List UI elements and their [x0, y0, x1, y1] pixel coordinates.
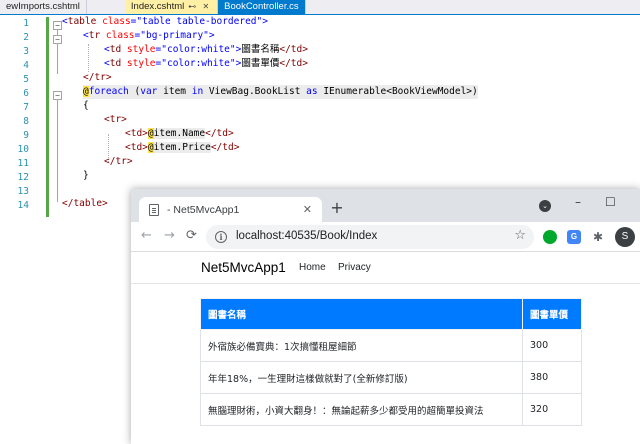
line-number-gutter: 1 2 3 4 5 6 7 8 9 10 11 12 13 14	[0, 15, 34, 444]
code-line-14[interactable]: </table>	[62, 197, 108, 211]
info-icon[interactable]: i	[215, 231, 227, 243]
code-line-5[interactable]: </tr>	[83, 71, 112, 85]
editor-tab-bar: ewImports.cshtml Index.cshtml ⊷ ✕ BookCon…	[0, 0, 640, 14]
forward-button[interactable]: →	[164, 228, 175, 243]
tab-pin-close-icons[interactable]: ⊷ ✕	[188, 0, 211, 14]
tab-label: ewImports.cshtml	[6, 1, 80, 12]
table-row: 無腦理財術，小資大翻身！：無論起薪多少都受用的超簡單投資法 320	[200, 393, 582, 426]
browser-tab-title: - Net5MvcApp1	[167, 203, 240, 216]
nav-privacy-link[interactable]: Privacy	[338, 262, 371, 273]
indent-guide	[88, 44, 89, 72]
code-line-10[interactable]: <td>@item.Price</td>	[125, 141, 239, 155]
line-number: 4	[23, 60, 29, 71]
line-number: 13	[17, 186, 29, 197]
close-tab-icon[interactable]: ✕	[303, 203, 312, 216]
code-line-12[interactable]: }	[83, 169, 89, 183]
line-number: 7	[23, 102, 29, 113]
fold-guide	[57, 30, 58, 35]
site-brand[interactable]: Net5MvcApp1	[201, 260, 286, 275]
line-number: 12	[17, 172, 29, 183]
header-book-name: 圖書名稱	[200, 298, 523, 330]
fold-guide	[57, 44, 58, 74]
tab-label: BookController.cs	[224, 1, 299, 12]
site-navbar: Net5MvcApp1 Home Privacy	[131, 253, 640, 284]
fold-guide	[57, 100, 58, 202]
line-number: 8	[23, 116, 29, 127]
book-price-cell: 380	[522, 361, 582, 394]
page-icon	[149, 203, 159, 216]
line-number: 14	[17, 200, 29, 211]
code-line-6[interactable]: @foreach (var item in ViewBag.BookList a…	[83, 85, 478, 99]
back-button[interactable]: ←	[141, 228, 152, 243]
book-price-cell: 320	[522, 393, 582, 426]
browser-toolbar: ← → ⟳ i localhost:40535/Book/Index ☆ G ✱…	[131, 222, 640, 252]
book-name-cell: 年年18%，一生理財這樣做就對了(全新修訂版)	[200, 361, 523, 394]
browser-tab[interactable]: - Net5MvcApp1 ✕	[139, 197, 322, 222]
collapse-icon[interactable]: −	[53, 91, 62, 100]
reload-button[interactable]: ⟳	[186, 228, 197, 243]
code-line-11[interactable]: </tr>	[104, 155, 133, 169]
browser-title-bar: - Net5MvcApp1 ✕ + ⌄ – ☐	[131, 189, 640, 222]
code-line-7[interactable]: {	[83, 99, 89, 113]
maximize-button[interactable]: ☐	[605, 195, 616, 209]
tab-search-icon[interactable]: ⌄	[539, 200, 551, 212]
code-line-9[interactable]: <td>@item.Name</td>	[125, 127, 234, 141]
table-header-row: 圖書名稱 圖書單價	[200, 298, 582, 330]
change-tracking-bar	[46, 17, 49, 217]
browser-window: - Net5MvcApp1 ✕ + ⌄ – ☐ ← → ⟳ i localhos…	[131, 189, 640, 444]
line-number: 5	[23, 74, 29, 85]
book-price-cell: 300	[522, 329, 582, 362]
extensions-puzzle-icon[interactable]: ✱	[591, 230, 605, 244]
code-line-1[interactable]: <table class="table table-bordered">	[62, 15, 268, 29]
line-number: 11	[17, 158, 29, 169]
profile-avatar[interactable]: S	[615, 227, 635, 247]
code-line-4[interactable]: <td style="color:white">圖書單價</td>	[104, 57, 308, 71]
collapse-icon[interactable]: −	[53, 35, 62, 44]
new-tab-button[interactable]: +	[327, 198, 347, 218]
evernote-extension-icon[interactable]	[543, 230, 557, 244]
tab-index-cshtml[interactable]: Index.cshtml ⊷ ✕	[124, 0, 219, 14]
book-table: 圖書名稱 圖書單價 外宿族必備寶典：1次搞懂租屋細節 300 年年18%，一生理…	[200, 298, 582, 426]
code-line-2[interactable]: <tr class="bg-primary">	[83, 29, 215, 43]
tab-viewimports[interactable]: ewImports.cshtml	[0, 0, 87, 14]
nav-home-link[interactable]: Home	[299, 262, 326, 273]
code-line-8[interactable]: <tr>	[104, 113, 127, 127]
line-number: 1	[23, 18, 29, 29]
line-number: 2	[23, 32, 29, 43]
code-line-3[interactable]: <td style="color:white">圖書名稱</td>	[104, 43, 308, 57]
table-row: 外宿族必備寶典：1次搞懂租屋細節 300	[200, 329, 582, 362]
line-number: 10	[17, 144, 29, 155]
book-name-cell: 外宿族必備寶典：1次搞懂租屋細節	[200, 329, 523, 362]
url-text[interactable]: localhost:40535/Book/Index	[236, 230, 377, 242]
tab-label: Index.cshtml	[130, 1, 185, 12]
table-row: 年年18%，一生理財這樣做就對了(全新修訂版) 380	[200, 361, 582, 394]
minimize-button[interactable]: –	[575, 195, 581, 209]
collapse-icon[interactable]: −	[53, 21, 62, 30]
line-number: 9	[23, 130, 29, 141]
tab-bookcontroller[interactable]: BookController.cs	[218, 0, 306, 14]
line-number: 6	[23, 88, 29, 99]
google-translate-extension-icon[interactable]: G	[567, 230, 581, 244]
book-name-cell: 無腦理財術，小資大翻身！：無論起薪多少都受用的超簡單投資法	[200, 393, 523, 426]
address-bar[interactable]: i localhost:40535/Book/Index ☆	[206, 225, 534, 249]
header-book-price: 圖書單價	[522, 298, 582, 330]
bookmark-star-icon[interactable]: ☆	[514, 228, 526, 243]
line-number: 3	[23, 46, 29, 57]
